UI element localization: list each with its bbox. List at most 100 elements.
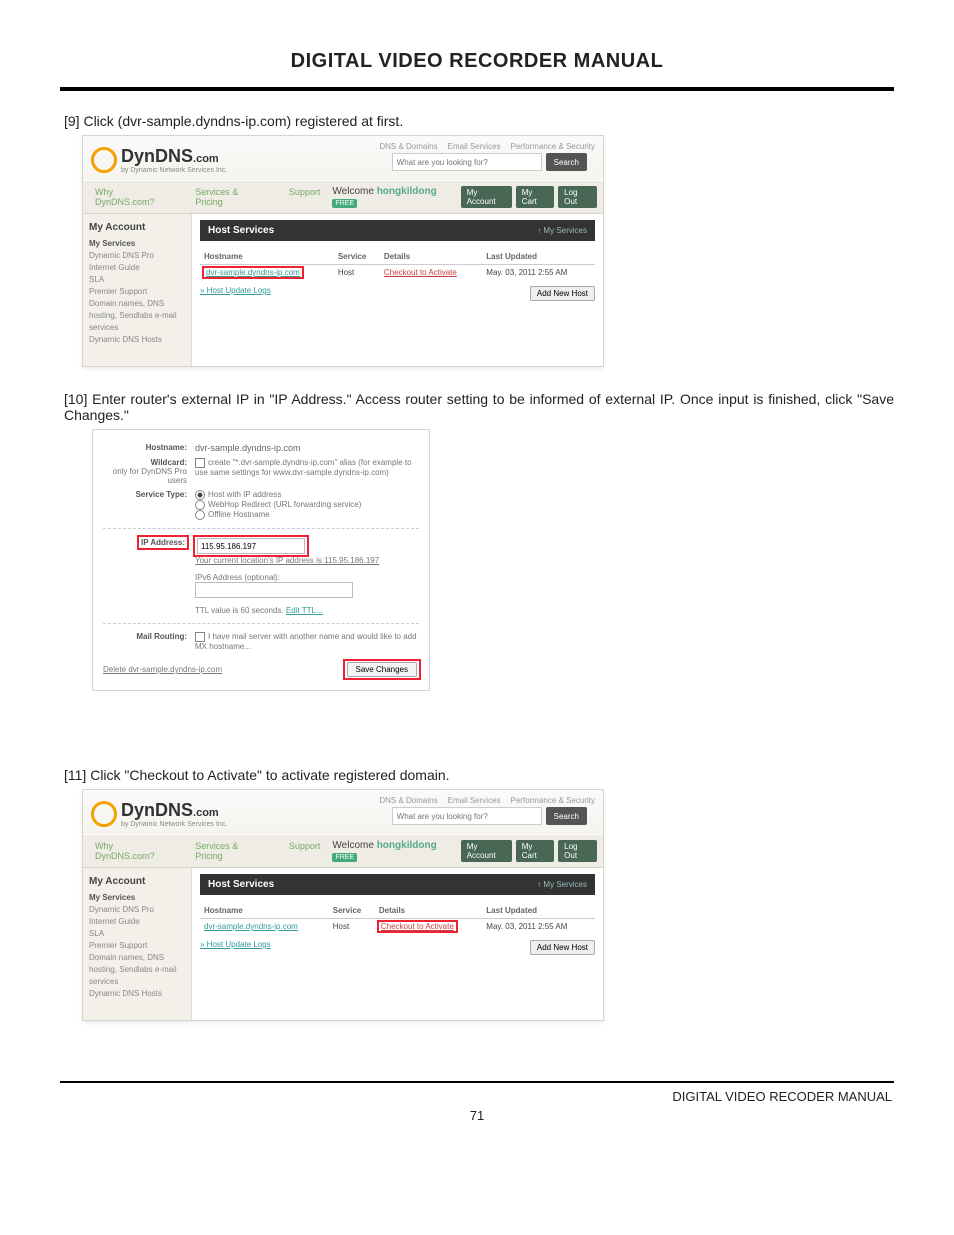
th-details: Details	[375, 903, 482, 919]
cell-updated: May. 03, 2011 2:55 AM	[482, 919, 595, 935]
label-wildcard-note: only for DynDNS Pro users	[113, 467, 187, 485]
host-table: Hostname Service Details Last Updated dv…	[200, 903, 595, 934]
toplink[interactable]: DNS & Domains	[379, 142, 437, 151]
chip-my-account[interactable]: My Account	[461, 186, 512, 208]
checkbox-icon[interactable]	[195, 458, 205, 468]
sidebar-my-services[interactable]: My Services	[89, 239, 185, 248]
radio-icon[interactable]	[195, 510, 205, 520]
toplink[interactable]: Email Services	[448, 142, 501, 151]
ttl-edit-link[interactable]: Edit TTL...	[286, 606, 323, 615]
label-ip-address: IP Address:	[139, 537, 187, 548]
sidebar-item[interactable]: Dynamic DNS Hosts	[89, 988, 185, 1000]
screenshot-step-10: Hostname: dvr-sample.dyndns-ip.com Wildc…	[92, 429, 430, 691]
nav-services[interactable]: Services & Pricing	[183, 835, 277, 867]
panel-up-link[interactable]: ↑ My Services	[537, 880, 587, 889]
table-row: dvr-sample.dyndns-ip.com Host Checkout t…	[200, 919, 595, 935]
logo-sub: by Dynamic Network Services Inc.	[121, 167, 227, 174]
checkout-link[interactable]: Checkout to Activate	[381, 922, 454, 931]
toplink[interactable]: DNS & Domains	[379, 796, 437, 805]
logo-sub: by Dynamic Network Services Inc.	[121, 821, 227, 828]
radio-icon[interactable]	[195, 500, 205, 510]
footer-text: DIGITAL VIDEO RECODER MANUAL	[672, 1089, 892, 1104]
sidebar-item[interactable]: Domain names, DNS hosting, Sendlabs e-ma…	[89, 298, 185, 334]
ipv6-label: IPv6 Address (optional):	[195, 573, 419, 582]
sidebar-item[interactable]: Internet Guide	[89, 262, 185, 274]
add-new-host-button[interactable]: Add New Host	[530, 286, 595, 301]
th-hostname: Hostname	[200, 249, 334, 265]
sidebar-item[interactable]: Premier Support	[89, 940, 185, 952]
checkout-link[interactable]: Checkout to Activate	[384, 268, 457, 277]
th-service: Service	[329, 903, 375, 919]
mail-text: I have mail server with another name and…	[195, 632, 417, 651]
top-links: DNS & Domains Email Services Performance…	[379, 142, 595, 151]
host-update-logs-link[interactable]: » Host Update Logs	[200, 286, 271, 295]
hostname-link[interactable]: dvr-sample.dyndns-ip.com	[204, 922, 298, 931]
search-input[interactable]	[392, 153, 542, 171]
nav-support[interactable]: Support	[277, 181, 333, 213]
screenshot-step-11: DynDNS.com by Dynamic Network Services I…	[82, 789, 604, 1021]
logo-suffix: .com	[193, 807, 219, 819]
chip-my-cart[interactable]: My Cart	[516, 186, 554, 208]
sidebar-item[interactable]: Premier Support	[89, 286, 185, 298]
label-mail-routing: Mail Routing:	[103, 632, 195, 651]
page-number: 71	[60, 1108, 894, 1123]
checkbox-icon[interactable]	[195, 632, 205, 642]
toplink[interactable]: Performance & Security	[511, 142, 595, 151]
sidebar-item[interactable]: Dynamic DNS Pro	[89, 904, 185, 916]
save-changes-button[interactable]: Save Changes	[347, 662, 417, 677]
panel-up-link[interactable]: ↑ My Services	[537, 226, 587, 235]
ip-help-link[interactable]: Your current location's IP address is 11…	[195, 556, 379, 565]
step-9-text: [9] Click (dvr-sample.dyndns-ip.com) reg…	[60, 113, 894, 129]
chip-logout[interactable]: Log Out	[558, 840, 597, 862]
chip-my-cart[interactable]: My Cart	[516, 840, 554, 862]
panel-header: Host Services ↑ My Services	[200, 220, 595, 241]
cell-service: Host	[334, 265, 380, 281]
th-updated: Last Updated	[482, 903, 595, 919]
nav-services[interactable]: Services & Pricing	[183, 181, 277, 213]
th-updated: Last Updated	[482, 249, 595, 265]
cell-updated: May. 03, 2011 2:55 AM	[482, 265, 595, 281]
sidebar-item[interactable]: SLA	[89, 274, 185, 286]
th-hostname: Hostname	[200, 903, 329, 919]
label-wildcard: Wildcard:	[151, 458, 187, 467]
search-button[interactable]: Search	[546, 153, 587, 171]
sidebar-account: My Account	[89, 222, 185, 233]
logo-icon	[91, 147, 117, 173]
dyndns-logo: DynDNS.com by Dynamic Network Services I…	[91, 142, 227, 177]
sidebar: My Account My Services Dynamic DNS Pro I…	[83, 868, 192, 1020]
table-row: dvr-sample.dyndns-ip.com Host Checkout t…	[200, 265, 595, 281]
logo-suffix: .com	[193, 153, 219, 165]
host-table: Hostname Service Details Last Updated dv…	[200, 249, 595, 280]
nav-bar: Why DynDNS.com? Services & Pricing Suppo…	[83, 181, 603, 214]
search-input[interactable]	[392, 807, 542, 825]
toplink[interactable]: Email Services	[448, 796, 501, 805]
sidebar-item[interactable]: Internet Guide	[89, 916, 185, 928]
toplink[interactable]: Performance & Security	[511, 796, 595, 805]
welcome-text: Welcome hongkildong FREE	[332, 840, 456, 862]
chip-my-account[interactable]: My Account	[461, 840, 512, 862]
ipv6-input[interactable]	[195, 582, 353, 598]
radio-icon[interactable]	[195, 490, 205, 500]
nav-support[interactable]: Support	[277, 835, 333, 867]
page-title: DIGITAL VIDEO RECORDER MANUAL	[60, 50, 894, 73]
top-links: DNS & Domains Email Services Performance…	[379, 796, 595, 805]
bottom-rule	[60, 1081, 894, 1083]
nav-why[interactable]: Why DynDNS.com?	[83, 835, 183, 867]
search-button[interactable]: Search	[546, 807, 587, 825]
sidebar-my-services[interactable]: My Services	[89, 893, 185, 902]
panel-header: Host Services ↑ My Services	[200, 874, 595, 895]
chip-logout[interactable]: Log Out	[558, 186, 597, 208]
sidebar-item[interactable]: SLA	[89, 928, 185, 940]
divider	[103, 528, 419, 529]
sidebar-item[interactable]: Dynamic DNS Hosts	[89, 334, 185, 346]
th-service: Service	[334, 249, 380, 265]
sidebar-item[interactable]: Dynamic DNS Pro	[89, 250, 185, 262]
ip-input[interactable]	[197, 538, 305, 554]
nav-why[interactable]: Why DynDNS.com?	[83, 181, 183, 213]
sidebar-account: My Account	[89, 876, 185, 887]
host-update-logs-link[interactable]: » Host Update Logs	[200, 940, 271, 949]
sidebar-item[interactable]: Domain names, DNS hosting, Sendlabs e-ma…	[89, 952, 185, 988]
hostname-link[interactable]: dvr-sample.dyndns-ip.com	[206, 268, 300, 277]
delete-host-link[interactable]: Delete dvr-sample.dyndns-ip.com	[103, 665, 222, 674]
add-new-host-button[interactable]: Add New Host	[530, 940, 595, 955]
